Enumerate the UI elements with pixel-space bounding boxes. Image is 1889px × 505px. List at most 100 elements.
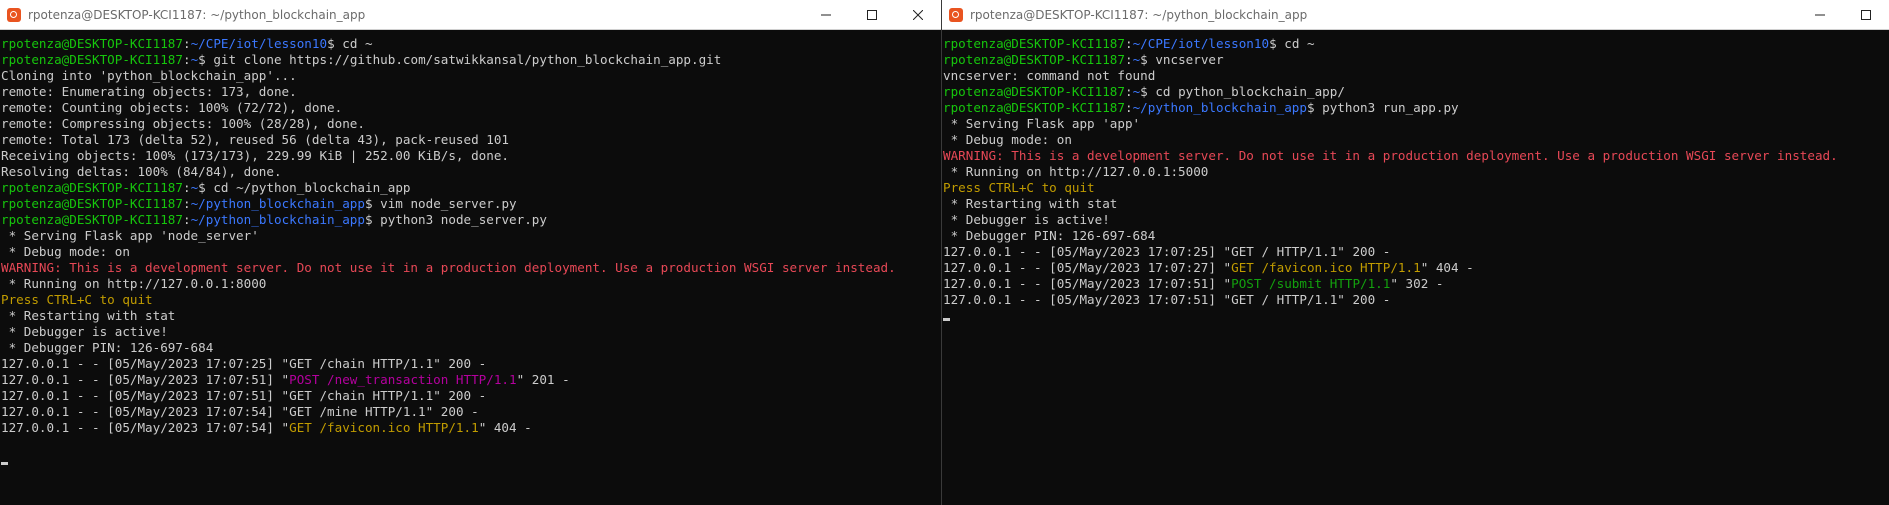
log-prefix: 127.0.0.1 - - [05/May/2023 17:07:25] " [943, 244, 1232, 259]
log-request: GET / HTTP/1.1 [1231, 244, 1338, 259]
terminal-line: rpotenza@DESKTOP-KCI1187:~/python_blockc… [1, 196, 941, 212]
log-status: " 404 - [1420, 260, 1474, 275]
command-text: cd ~ [1276, 36, 1315, 51]
terminal-line: rpotenza@DESKTOP-KCI1187:~/python_blockc… [943, 100, 1889, 116]
terminal-line: * Restarting with stat [943, 196, 1889, 212]
terminal-line: Cloning into 'python_blockchain_app'... [1, 68, 941, 84]
terminal-window-right[interactable]: rpotenza@DESKTOP-KCI1187: ~/python_block… [942, 0, 1889, 505]
log-request: GET /favicon.ico HTTP/1.1 [1231, 260, 1421, 275]
log-prefix: 127.0.0.1 - - [05/May/2023 17:07:51] " [1, 372, 290, 387]
terminal-line: vncserver: command not found [943, 68, 1889, 84]
command-text: python3 node_server.py [372, 212, 547, 227]
close-button[interactable] [895, 0, 941, 29]
command-text: cd ~/python_blockchain_app [205, 180, 411, 195]
prompt-path: ~/python_blockchain_app [1132, 100, 1307, 115]
ubuntu-icon [949, 7, 963, 22]
terminal-line: 127.0.0.1 - - [05/May/2023 17:07:27] "GE… [943, 260, 1889, 276]
terminal-line: rpotenza@DESKTOP-KCI1187:~$ vncserver [943, 52, 1889, 68]
prompt-user: rpotenza@DESKTOP-KCI1187 [1, 196, 183, 211]
log-request: POST /submit HTTP/1.1 [1231, 276, 1391, 291]
terminal-output-left[interactable]: rpotenza@DESKTOP-KCI1187:~/CPE/iot/lesso… [0, 30, 941, 468]
terminal-line: * Debugger is active! [1, 324, 941, 340]
command-text: vncserver [1147, 52, 1224, 67]
prompt-path: ~/python_blockchain_app [190, 212, 365, 227]
log-status: " 404 - [478, 420, 532, 435]
window-controls [803, 0, 941, 29]
output-text: * Restarting with stat [943, 196, 1118, 211]
terminal-line: remote: Counting objects: 100% (72/72), … [1, 100, 941, 116]
terminal-line: rpotenza@DESKTOP-KCI1187:~/CPE/iot/lesso… [943, 36, 1889, 52]
maximize-icon [867, 9, 877, 20]
maximize-icon [1861, 9, 1871, 20]
log-request: GET /mine HTTP/1.1 [289, 404, 426, 419]
terminal-window-left[interactable]: rpotenza@DESKTOP-KCI1187: ~/python_block… [0, 0, 941, 505]
output-text: * Running on http://127.0.0.1:5000 [943, 164, 1209, 179]
terminal-line: Press CTRL+C to quit [1, 292, 941, 308]
minimize-icon [1815, 14, 1825, 15]
prompt-separator: : [1124, 36, 1133, 51]
log-request: GET /chain HTTP/1.1 [289, 356, 434, 371]
prompt-user: rpotenza@DESKTOP-KCI1187 [943, 52, 1125, 67]
terminal-line: * Serving Flask app 'node_server' [1, 228, 941, 244]
output-text: remote: Compressing objects: 100% (28/28… [1, 116, 365, 131]
terminal-line: rpotenza@DESKTOP-KCI1187:~$ cd ~/python_… [1, 180, 941, 196]
prompt-separator: : [182, 52, 191, 67]
terminal-line: 127.0.0.1 - - [05/May/2023 17:07:54] "GE… [1, 420, 941, 436]
titlebar-left[interactable]: rpotenza@DESKTOP-KCI1187: ~/python_block… [0, 0, 941, 30]
output-text: WARNING: This is a development server. D… [943, 148, 1838, 163]
terminal-line [943, 308, 1889, 324]
prompt-symbol: $ [364, 196, 373, 211]
minimize-button[interactable] [1797, 0, 1843, 29]
terminal-line: rpotenza@DESKTOP-KCI1187:~/CPE/iot/lesso… [1, 36, 941, 52]
window-title: rpotenza@DESKTOP-KCI1187: ~/python_block… [28, 7, 366, 22]
log-request: GET /chain HTTP/1.1 [289, 388, 434, 403]
terminal-line: * Debugger is active! [943, 212, 1889, 228]
output-text: * Debugger PIN: 126-697-684 [943, 228, 1156, 243]
output-text: remote: Enumerating objects: 173, done. [1, 84, 297, 99]
output-text: Press CTRL+C to quit [1, 292, 153, 307]
log-status: " 200 - [1337, 292, 1391, 307]
log-prefix: 127.0.0.1 - - [05/May/2023 17:07:51] " [943, 276, 1232, 291]
terminal-line: * Running on http://127.0.0.1:5000 [943, 164, 1889, 180]
output-text: * Debugger is active! [943, 212, 1110, 227]
output-text: remote: Counting objects: 100% (72/72), … [1, 100, 343, 115]
output-text: * Debugger PIN: 126-697-684 [1, 340, 214, 355]
prompt-symbol: $ [1140, 52, 1148, 67]
terminal-line: 127.0.0.1 - - [05/May/2023 17:07:51] "GE… [943, 292, 1889, 308]
minimize-button[interactable] [803, 0, 849, 29]
terminal-output-right[interactable]: rpotenza@DESKTOP-KCI1187:~/CPE/iot/lesso… [942, 30, 1889, 324]
terminal-line: * Debug mode: on [943, 132, 1889, 148]
window-title: rpotenza@DESKTOP-KCI1187: ~/python_block… [970, 7, 1308, 22]
titlebar-right[interactable]: rpotenza@DESKTOP-KCI1187: ~/python_block… [942, 0, 1889, 30]
prompt-user: rpotenza@DESKTOP-KCI1187 [943, 36, 1125, 51]
terminal-line: rpotenza@DESKTOP-KCI1187:~$ git clone ht… [1, 52, 941, 68]
terminal-line: WARNING: This is a development server. D… [1, 260, 941, 276]
prompt-separator: : [1124, 84, 1133, 99]
prompt-separator: : [182, 180, 191, 195]
prompt-symbol: $ [1269, 36, 1277, 51]
prompt-user: rpotenza@DESKTOP-KCI1187 [1, 212, 183, 227]
terminal-line: remote: Compressing objects: 100% (28/28… [1, 116, 941, 132]
output-text: * Debugger is active! [1, 324, 168, 339]
log-status: " 200 - [433, 356, 487, 371]
prompt-symbol: $ [1306, 100, 1315, 115]
terminal-cursor [943, 318, 950, 321]
terminal-line: Receiving objects: 100% (173/173), 229.9… [1, 148, 941, 164]
prompt-separator: : [1124, 100, 1133, 115]
maximize-button[interactable] [849, 0, 895, 29]
output-text: vncserver: command not found [943, 68, 1156, 83]
terminal-line [1, 452, 941, 468]
terminal-cursor [1, 462, 8, 465]
prompt-symbol: $ [198, 180, 206, 195]
command-text: cd python_blockchain_app/ [1147, 84, 1345, 99]
terminal-line: * Debugger PIN: 126-697-684 [943, 228, 1889, 244]
output-text: Cloning into 'python_blockchain_app'... [1, 68, 297, 83]
prompt-path: ~/python_blockchain_app [190, 196, 365, 211]
maximize-button[interactable] [1843, 0, 1889, 29]
log-prefix: 127.0.0.1 - - [05/May/2023 17:07:54] " [1, 420, 290, 435]
terminal-line: rpotenza@DESKTOP-KCI1187:~/python_blockc… [1, 212, 941, 228]
ubuntu-icon [7, 7, 21, 22]
log-request: GET / HTTP/1.1 [1231, 292, 1338, 307]
terminal-line: 127.0.0.1 - - [05/May/2023 17:07:25] "GE… [943, 244, 1889, 260]
